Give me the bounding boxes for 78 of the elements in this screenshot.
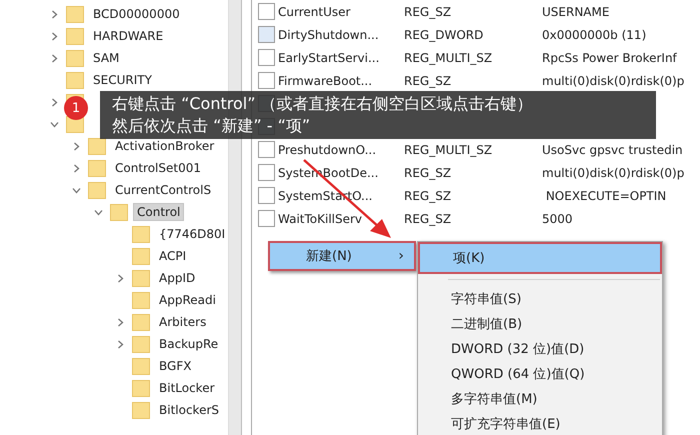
expand-chevron-icon[interactable] xyxy=(50,32,59,40)
tree-item[interactable]: Control xyxy=(133,203,184,221)
step-badge: 1 xyxy=(64,96,88,120)
tree-item[interactable]: BitlockerS xyxy=(155,401,223,419)
value-data: RpcSs Power BrokerInf xyxy=(542,50,677,64)
tree-item[interactable]: ACPI xyxy=(155,247,190,265)
folder-icon xyxy=(88,138,106,154)
expand-chevron-icon[interactable] xyxy=(116,340,125,348)
folder-icon xyxy=(66,6,84,22)
collapse-chevron-icon[interactable] xyxy=(94,208,103,216)
value-name[interactable]: EarlyStartServi... xyxy=(278,50,380,64)
tree-item[interactable]: AppReadi xyxy=(155,291,220,309)
tree-item[interactable]: AppID xyxy=(155,269,200,287)
tree-item[interactable]: SAM xyxy=(89,49,124,67)
tree-item[interactable]: BCD00000000 xyxy=(89,5,184,23)
value-name[interactable]: WaitToKillServ xyxy=(278,212,362,226)
menu-item[interactable]: QWORD (64 位)值(Q) xyxy=(418,361,662,386)
tree-item[interactable]: CurrentControlS xyxy=(111,181,216,199)
expand-chevron-icon[interactable] xyxy=(50,98,59,106)
collapse-chevron-icon[interactable] xyxy=(72,186,81,194)
menu-item[interactable]: 可扩充字符串值(E) xyxy=(418,411,662,435)
collapse-chevron-icon[interactable] xyxy=(50,120,59,128)
value-type: REG_SZ xyxy=(404,74,452,88)
value-type: REG_DWORD xyxy=(404,28,484,42)
folder-icon xyxy=(132,314,150,330)
value-data: multi(0)disk(0)rdisk(0)p xyxy=(542,74,684,88)
value-data: NOEXECUTE=OPTIN xyxy=(544,188,666,202)
menu-item[interactable]: 字符串值(S) xyxy=(418,286,662,311)
folder-icon xyxy=(88,182,106,198)
value-data: USERNAME xyxy=(542,4,610,18)
folder-icon xyxy=(66,28,84,44)
tree-item[interactable]: ActivationBroker xyxy=(111,137,218,155)
tree-item[interactable]: ControlSet001 xyxy=(111,159,205,177)
folder-icon xyxy=(132,402,150,418)
value-name[interactable]: DirtyShutdown... xyxy=(278,28,379,42)
expand-chevron-icon[interactable] xyxy=(50,54,59,62)
new-menu-item[interactable]: 新建(N) › xyxy=(268,241,416,271)
tree-item[interactable]: BackupRe xyxy=(155,335,222,353)
folder-icon xyxy=(132,358,150,374)
folder-icon xyxy=(132,226,150,242)
menu-item[interactable]: 二进制值(B) xyxy=(418,311,662,336)
value-name[interactable]: PreshutdownO... xyxy=(278,142,376,156)
value-data: 5000 xyxy=(542,212,573,226)
value-type: REG_MULTI_SZ xyxy=(404,50,492,64)
value-name[interactable]: CurrentUser xyxy=(278,4,350,18)
folder-icon xyxy=(66,72,84,88)
menu-item[interactable]: 项(K) xyxy=(418,242,662,274)
value-data: multi(0)disk(0)rdisk(0)p xyxy=(542,166,684,180)
folder-icon xyxy=(132,336,150,352)
value-type: REG_SZ xyxy=(404,212,452,226)
expand-chevron-icon[interactable] xyxy=(116,274,125,282)
value-name[interactable]: FirmwareBoot... xyxy=(278,74,372,88)
tree-item[interactable]: SECURITY xyxy=(89,71,156,89)
menu-item[interactable]: DWORD (32 位)值(D) xyxy=(418,336,662,361)
folder-icon xyxy=(88,160,106,176)
value-data: 0x0000000b (11) xyxy=(542,28,646,42)
folder-icon xyxy=(132,270,150,286)
tree-item[interactable]: {7746D80I xyxy=(155,225,228,243)
value-data: UsoSvc gpsvc trustedin xyxy=(542,142,683,156)
value-type: REG_MULTI_SZ xyxy=(404,142,492,156)
value-type: REG_SZ xyxy=(404,188,452,202)
value-type: REG_SZ xyxy=(404,166,452,180)
menu-item[interactable]: 多字符串值(M) xyxy=(418,386,662,411)
folder-icon xyxy=(110,204,128,220)
folder-icon xyxy=(66,50,84,66)
folder-icon xyxy=(132,248,150,264)
expand-chevron-icon[interactable] xyxy=(116,318,125,326)
instruction-tooltip: 右键点击 “Control” （或者直接在右侧空白区域点击右键） 然后依次点击 “新建” - “项” xyxy=(100,91,656,139)
expand-chevron-icon[interactable] xyxy=(72,142,81,150)
value-type: REG_SZ xyxy=(404,4,452,18)
folder-icon xyxy=(132,380,150,396)
expand-chevron-icon[interactable] xyxy=(50,10,59,18)
expand-chevron-icon[interactable] xyxy=(72,164,81,172)
tree-item[interactable]: BGFX xyxy=(155,357,196,375)
tree-item[interactable]: BitLocker xyxy=(155,379,219,397)
tree-item[interactable]: HARDWARE xyxy=(89,27,168,45)
tree-item[interactable]: Arbiters xyxy=(155,313,210,331)
folder-icon xyxy=(132,292,150,308)
